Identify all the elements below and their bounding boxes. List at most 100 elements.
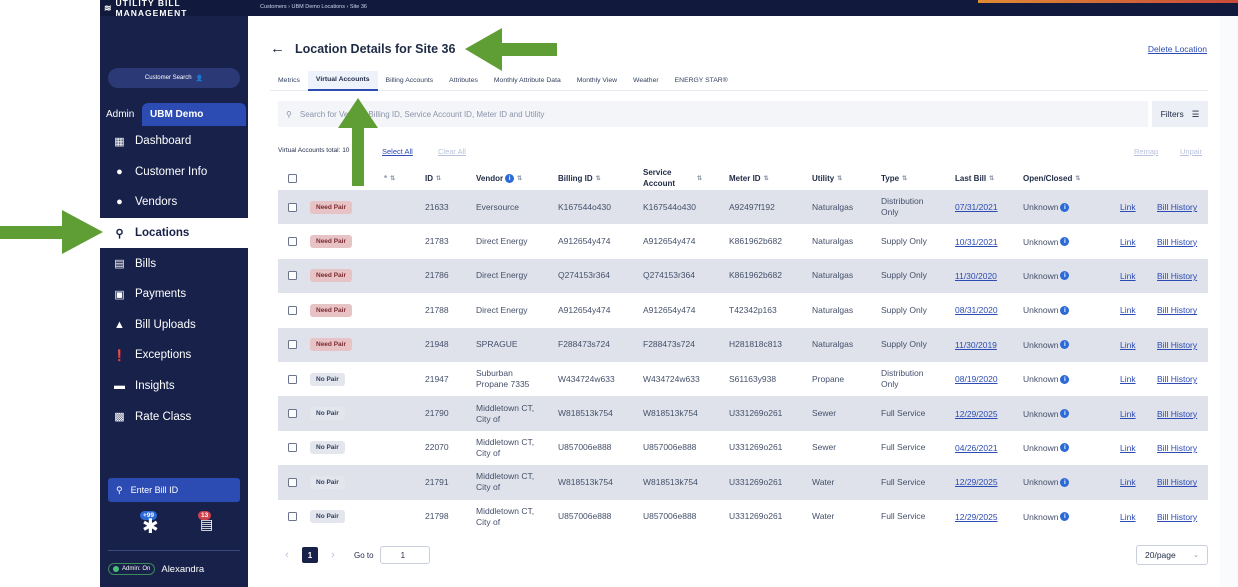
- cell-last-bill[interactable]: 07/31/2021: [955, 190, 998, 224]
- cell-link[interactable]: Link: [1120, 328, 1136, 362]
- info-icon[interactable]: i: [1060, 512, 1070, 522]
- table-row[interactable]: Need Pair 21786 Direct Energy Q274153r364 Q2…: [278, 258, 1208, 294]
- cell-link[interactable]: Link: [1120, 465, 1136, 499]
- sidebar-item-dashboard[interactable]: ▦ Dashboard: [100, 126, 248, 157]
- header-meter-id[interactable]: Meter ID ⇅: [729, 166, 769, 190]
- sidebar-item-locations[interactable]: ⚲ Locations: [100, 217, 250, 249]
- tab-monthly-attribute-data[interactable]: Monthly Attribute Data: [486, 71, 569, 91]
- cell-last-bill[interactable]: 12/29/2025: [955, 500, 998, 534]
- cell-link[interactable]: Link: [1120, 190, 1136, 224]
- info-icon[interactable]: i: [1060, 443, 1070, 453]
- cell-link[interactable]: Link: [1120, 362, 1136, 396]
- table-row[interactable]: Need Pair 21633 Eversource K167544o430 K1675…: [278, 190, 1208, 225]
- page-size-select[interactable]: 20/page ⌄: [1136, 545, 1208, 565]
- header-vendor[interactable]: Vendor i ⇅: [476, 166, 522, 190]
- row-checkbox[interactable]: [288, 224, 297, 258]
- tab-virtual-accounts[interactable]: Virtual Accounts: [307, 70, 378, 91]
- cell-last-bill[interactable]: 08/31/2020: [955, 293, 998, 327]
- info-icon[interactable]: i: [1060, 237, 1070, 247]
- cell-last-bill[interactable]: 08/19/2020: [955, 362, 998, 396]
- info-icon[interactable]: i: [1060, 271, 1070, 281]
- table-row[interactable]: No Pair 21798 Middletown CT, City of U85700…: [278, 500, 1208, 534]
- tab-metrics[interactable]: Metrics: [270, 71, 308, 91]
- prev-page-icon[interactable]: ‹: [278, 549, 296, 561]
- row-checkbox[interactable]: [288, 396, 297, 430]
- sidebar-item-bills[interactable]: ▤ Bills: [100, 248, 248, 279]
- bill-dollar-icon[interactable]: ▤: [200, 516, 213, 533]
- cell-bill-history[interactable]: Bill History: [1157, 293, 1197, 327]
- cell-link[interactable]: Link: [1120, 259, 1136, 293]
- header-billing-id[interactable]: Billing ID ⇅: [558, 166, 601, 190]
- table-row[interactable]: Need Pair 21948 SPRAGUE F288473s724 F288473s…: [278, 327, 1208, 362]
- cell-bill-history[interactable]: Bill History: [1157, 224, 1197, 258]
- next-page-icon[interactable]: ›: [324, 549, 342, 561]
- cell-link[interactable]: Link: [1120, 431, 1136, 465]
- current-page-button[interactable]: 1: [302, 547, 318, 563]
- row-checkbox[interactable]: [288, 431, 297, 465]
- info-icon[interactable]: i: [1060, 374, 1070, 384]
- table-row[interactable]: No Pair 21790 Middletown CT, City of W81851…: [278, 396, 1208, 431]
- clear-all-link[interactable]: Clear All: [438, 147, 466, 156]
- back-arrow-icon[interactable]: ←: [270, 40, 285, 57]
- table-row[interactable]: No Pair 21791 Middletown CT, City of W81851…: [278, 465, 1208, 500]
- cell-bill-history[interactable]: Bill History: [1157, 362, 1197, 396]
- sidebar-item-vendors[interactable]: ● Vendors: [100, 187, 248, 218]
- tab-monthly-view[interactable]: Monthly View: [569, 71, 625, 91]
- header-id[interactable]: ID ⇅: [425, 166, 441, 190]
- header-type[interactable]: Type ⇅: [881, 166, 907, 190]
- info-icon[interactable]: i: [1060, 202, 1070, 212]
- row-checkbox[interactable]: [288, 328, 297, 362]
- info-icon[interactable]: i: [1060, 409, 1070, 419]
- cell-link[interactable]: Link: [1120, 224, 1136, 258]
- cell-last-bill[interactable]: 04/26/2021: [955, 431, 998, 465]
- cell-bill-history[interactable]: Bill History: [1157, 328, 1197, 362]
- unpair-link[interactable]: Unpair: [1180, 147, 1202, 156]
- row-checkbox[interactable]: [288, 500, 297, 534]
- table-row[interactable]: Need Pair 21783 Direct Energy A912654y474 A9…: [278, 224, 1208, 258]
- table-row[interactable]: Need Pair 21788 Direct Energy A912654y474 A9…: [278, 293, 1208, 327]
- tab-attributes[interactable]: Attributes: [441, 71, 486, 91]
- sidebar-item-bill-uploads[interactable]: ▲ Bill Uploads: [100, 310, 248, 341]
- table-row[interactable]: No Pair 22070 Middletown CT, City of U85700…: [278, 431, 1208, 465]
- delete-location-link[interactable]: Delete Location: [1148, 44, 1207, 54]
- cell-link[interactable]: Link: [1120, 293, 1136, 327]
- asterisk-icon[interactable]: ✱: [142, 514, 159, 539]
- row-checkbox[interactable]: [288, 362, 297, 396]
- header-utility[interactable]: Utility ⇅: [812, 166, 842, 190]
- sidebar-item-customer-info[interactable]: ● Customer Info: [100, 157, 248, 188]
- cell-bill-history[interactable]: Bill History: [1157, 259, 1197, 293]
- header-open-closed[interactable]: Open/Closed ⇅: [1023, 166, 1080, 190]
- filters-button[interactable]: Filters ☰: [1152, 101, 1208, 127]
- cell-last-bill[interactable]: 12/29/2025: [955, 465, 998, 499]
- tab-weather[interactable]: Weather: [625, 71, 667, 91]
- info-icon[interactable]: i: [1060, 340, 1070, 350]
- row-checkbox[interactable]: [288, 190, 297, 224]
- cell-bill-history[interactable]: Bill History: [1157, 465, 1197, 499]
- info-icon[interactable]: i: [1060, 477, 1070, 487]
- cell-bill-history[interactable]: Bill History: [1157, 396, 1197, 430]
- scope-tenant-tab[interactable]: UBM Demo: [142, 102, 246, 126]
- select-all-link[interactable]: Select All: [382, 147, 413, 156]
- row-checkbox[interactable]: [288, 259, 297, 293]
- remap-link[interactable]: Remap: [1134, 147, 1158, 156]
- cell-last-bill[interactable]: 11/30/2020: [955, 259, 997, 293]
- cell-bill-history[interactable]: Bill History: [1157, 190, 1197, 224]
- bill-id-search[interactable]: ⚲ Enter Bill ID: [108, 478, 240, 502]
- search-input[interactable]: [299, 109, 800, 119]
- table-row[interactable]: No Pair 21947 Suburban Propane 7335 W434724…: [278, 362, 1208, 396]
- info-icon[interactable]: i: [1060, 305, 1070, 315]
- header-asterisk[interactable]: * ⇅: [384, 166, 395, 190]
- cell-last-bill[interactable]: 12/29/2025: [955, 396, 998, 430]
- row-checkbox[interactable]: [288, 293, 297, 327]
- cell-bill-history[interactable]: Bill History: [1157, 431, 1197, 465]
- cell-link[interactable]: Link: [1120, 396, 1136, 430]
- tab-billing-accounts[interactable]: Billing Accounts: [378, 71, 442, 91]
- cell-bill-history[interactable]: Bill History: [1157, 500, 1197, 534]
- tab-energy-star[interactable]: ENERGY STAR®: [667, 71, 736, 91]
- scope-admin-tab[interactable]: Admin: [100, 109, 142, 120]
- goto-input[interactable]: 1: [379, 546, 430, 564]
- cell-last-bill[interactable]: 11/30/2019: [955, 328, 997, 362]
- sidebar-item-rate-class[interactable]: ▩ Rate Class: [100, 401, 248, 432]
- customer-search-button[interactable]: Customer Search 👤: [108, 68, 240, 88]
- admin-toggle[interactable]: Admin: On: [108, 563, 156, 575]
